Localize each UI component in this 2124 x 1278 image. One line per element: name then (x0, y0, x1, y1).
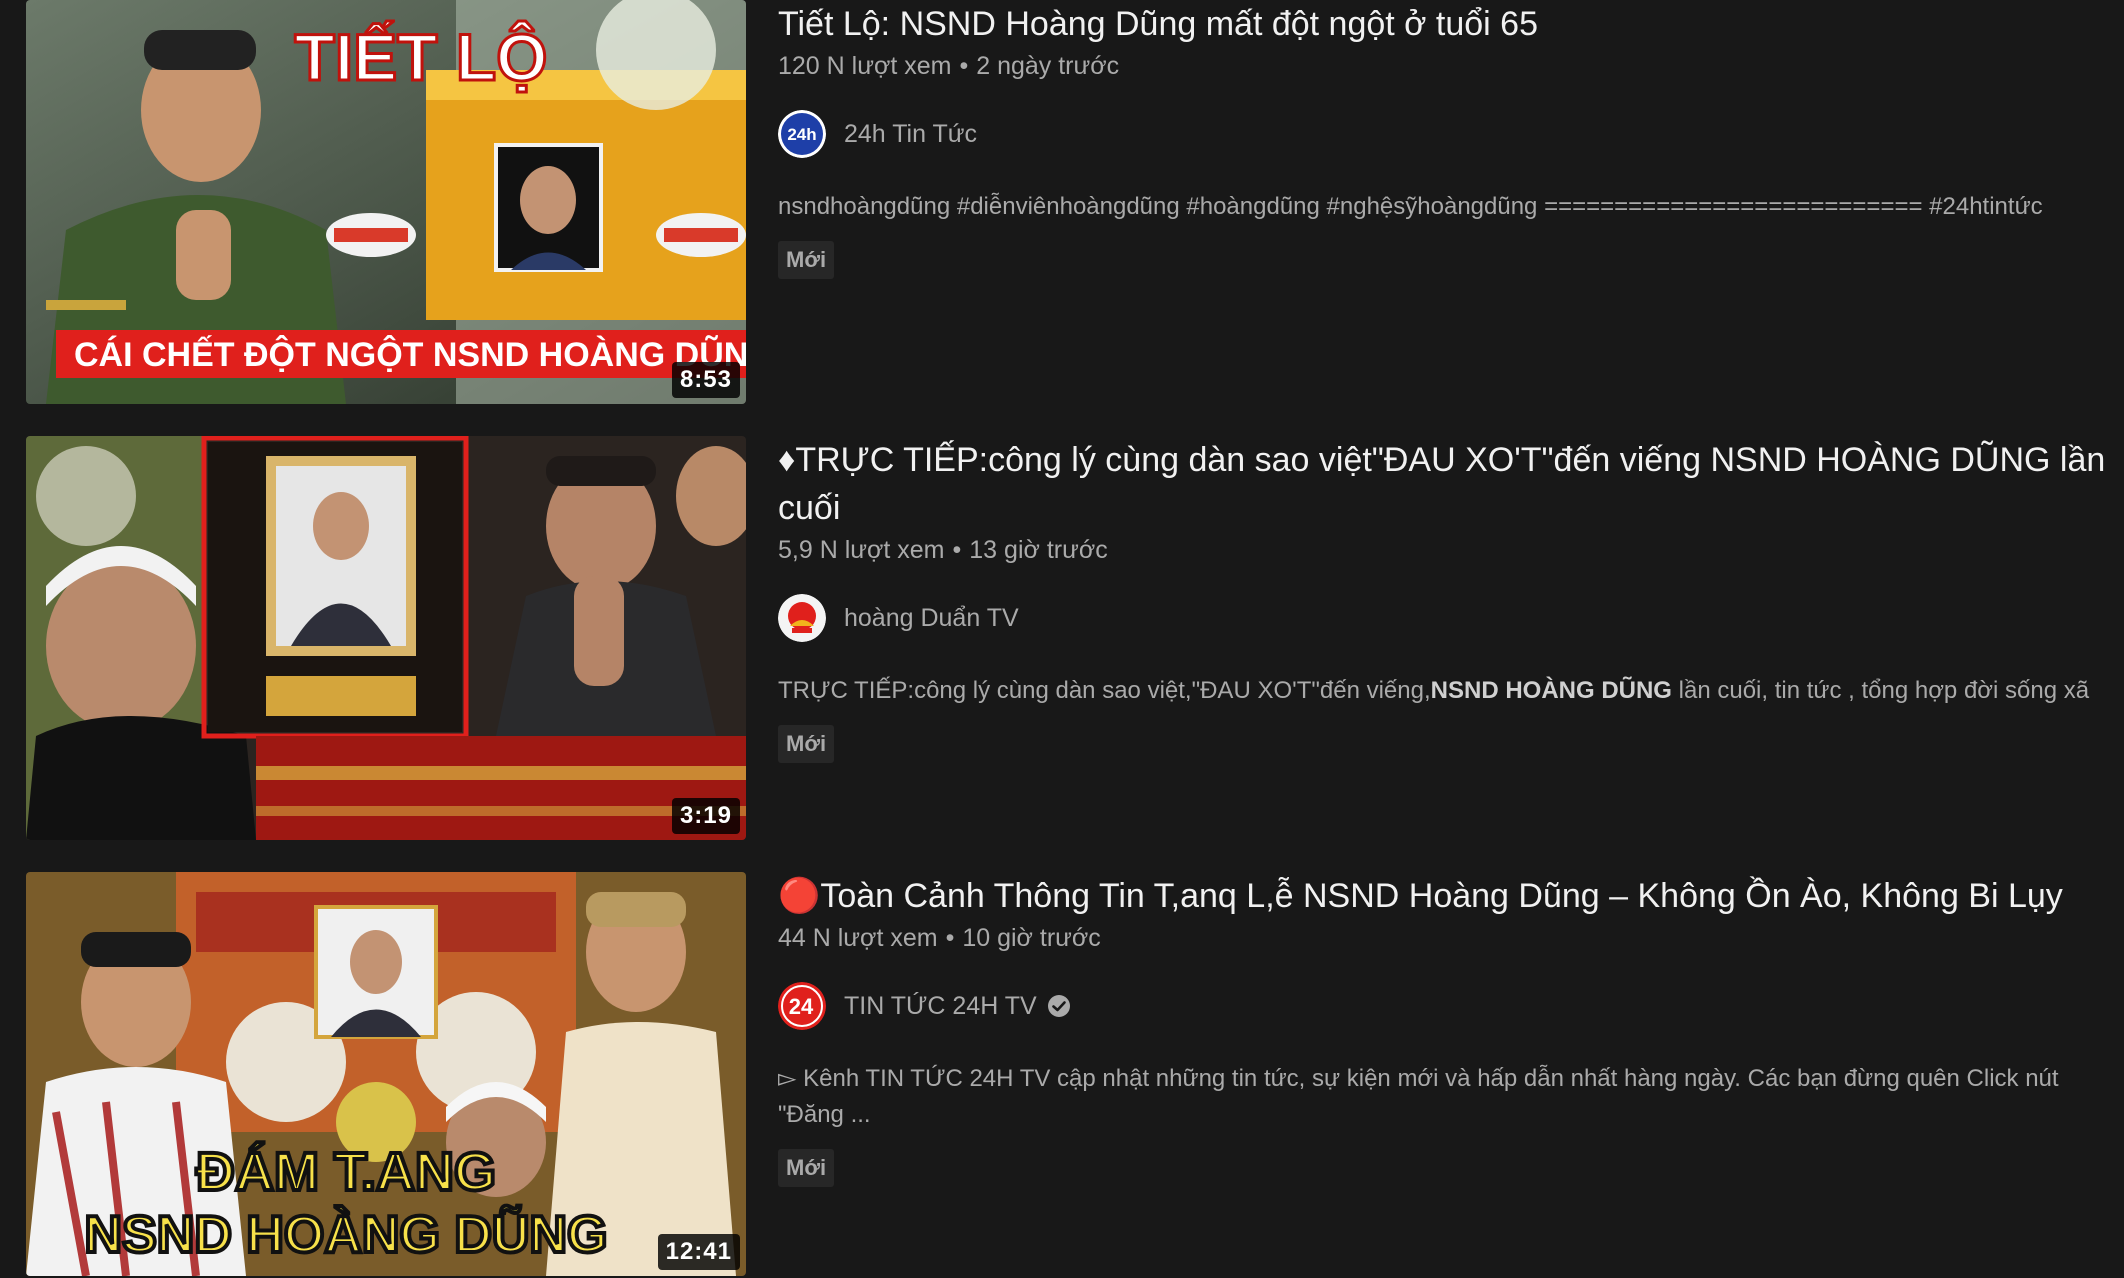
upload-age: 13 giờ trước (969, 536, 1108, 564)
video-title[interactable]: Tiết Lộ: NSND Hoàng Dũng mất đột ngột ở … (778, 0, 2124, 48)
thumbnail-caption-line2: NSND HOÀNG DŨNG (85, 1205, 608, 1264)
channel-name[interactable]: hoàng Duẩn TV (844, 604, 1019, 633)
channel-avatar[interactable]: 24h (778, 110, 826, 158)
thumbnail-image: ĐÁM T.ANG NSND HOÀNG DŨNG (26, 872, 746, 1276)
video-result-2[interactable]: 3:19 ♦TRỰC TIẾP:công lý cùng dàn sao việ… (26, 436, 2124, 840)
video-thumbnail[interactable]: TIẾT LỘ CÁI CHẾT ĐỘT NGỘT NSND HOÀNG DŨN… (26, 0, 746, 404)
video-metadata: 44 N lượt xem • 10 giờ trước (778, 924, 1101, 952)
new-badge: Mới (778, 725, 835, 763)
verified-icon (1047, 995, 1070, 1017)
channel-avatar[interactable] (778, 594, 826, 642)
video-title[interactable]: 🔴Toàn Cảnh Thông Tin T,anq L,ễ NSND Hoàn… (778, 872, 2124, 920)
thumbnail-caption-line1: ĐÁM T.ANG (196, 1142, 496, 1202)
video-info: Tiết Lộ: NSND Hoàng Dũng mất đột ngột ở … (778, 0, 2124, 404)
channel-avatar[interactable]: 24 (778, 982, 826, 1030)
channel-row[interactable]: 24h 24h Tin Tức (778, 109, 2124, 159)
duration-badge: 3:19 (671, 798, 740, 834)
new-badge: Mới (778, 1149, 835, 1187)
thumbnail-image: TIẾT LỘ CÁI CHẾT ĐỘT NGỘT NSND HOÀNG DŨN… (26, 0, 746, 404)
new-badge: Mới (778, 241, 835, 279)
view-count: 44 N lượt xem (778, 924, 938, 952)
channel-row[interactable]: hoàng Duẩn TV (778, 593, 2124, 643)
video-thumbnail[interactable]: 3:19 (26, 436, 746, 840)
video-metadata: 5,9 N lượt xem • 13 giờ trước (778, 536, 1108, 564)
video-title[interactable]: ♦TRỰC TIẾP:công lý cùng dàn sao việt"ĐAU… (778, 436, 2124, 532)
view-count: 5,9 N lượt xem (778, 536, 945, 564)
channel-name[interactable]: 24h Tin Tức (844, 120, 977, 149)
channel-name[interactable]: TIN TỨC 24H TV (844, 992, 1037, 1021)
thumbnail-caption-top: TIẾT LỘ (295, 20, 548, 94)
video-description: TRỰC TIẾP:công lý cùng dàn sao việt,"ĐAU… (778, 677, 2090, 704)
svg-text:24h: 24h (787, 125, 816, 144)
video-metadata: 120 N lượt xem • 2 ngày trước (778, 52, 1120, 80)
upload-age: 2 ngày trước (976, 52, 1120, 80)
thumbnail-image (26, 436, 746, 840)
video-info: ♦TRỰC TIẾP:công lý cùng dàn sao việt"ĐAU… (778, 436, 2124, 840)
duration-badge: 12:41 (657, 1234, 740, 1270)
search-results-list: TIẾT LỘ CÁI CHẾT ĐỘT NGỘT NSND HOÀNG DŨN… (0, 0, 2124, 1278)
upload-age: 10 giờ trước (962, 924, 1101, 952)
duration-badge: 8:53 (671, 362, 740, 398)
video-description: ▻ Kênh TIN TỨC 24H TV cập nhật những tin… (778, 1065, 2059, 1128)
video-thumbnail[interactable]: ĐÁM T.ANG NSND HOÀNG DŨNG 12:41 (26, 872, 746, 1276)
video-result-3[interactable]: ĐÁM T.ANG NSND HOÀNG DŨNG 12:41 🔴Toàn Cả… (26, 872, 2124, 1276)
video-description: nsndhoàngdũng #diễnviênhoàngdũng #hoàngd… (778, 193, 2043, 220)
thumbnail-caption-bottom: CÁI CHẾT ĐỘT NGỘT NSND HOÀNG DŨNG (74, 335, 746, 374)
video-info: 🔴Toàn Cảnh Thông Tin T,anq L,ễ NSND Hoàn… (778, 872, 2124, 1276)
view-count: 120 N lượt xem (778, 52, 952, 80)
video-result-1[interactable]: TIẾT LỘ CÁI CHẾT ĐỘT NGỘT NSND HOÀNG DŨN… (26, 0, 2124, 404)
svg-text:24: 24 (789, 994, 814, 1019)
channel-row[interactable]: 24 TIN TỨC 24H TV (778, 981, 2124, 1031)
